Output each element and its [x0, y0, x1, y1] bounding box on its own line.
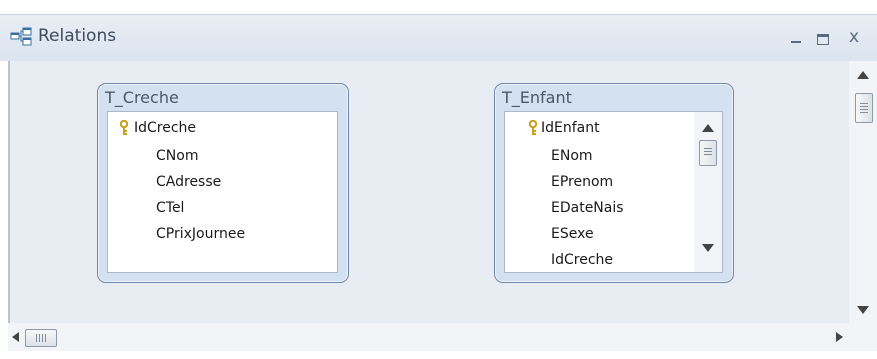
table-title[interactable]: T_Enfant — [502, 88, 572, 107]
title-bar[interactable]: Relations x — [0, 14, 877, 61]
field-row[interactable]: ESexe — [551, 221, 594, 247]
field-list[interactable]: IdEnfant ENom EPrenom EDateNais ESexe Id… — [504, 111, 723, 273]
field-label: CTel — [156, 200, 185, 216]
relations-window: Relations x T_Creche IdCreche CNom CAdre… — [0, 0, 877, 359]
scrollbar-corner — [849, 323, 877, 351]
field-label: CAdresse — [156, 174, 222, 190]
scroll-right-arrow-icon[interactable] — [836, 332, 843, 342]
table-t-creche[interactable]: T_Creche IdCreche CNom CAdresse CTel CPr… — [97, 83, 349, 283]
primary-key-icon — [119, 120, 129, 135]
field-label: ESexe — [551, 226, 594, 242]
horizontal-scrollbar[interactable] — [8, 323, 849, 351]
scroll-thumb[interactable] — [699, 140, 717, 166]
field-label: IdEnfant — [541, 120, 600, 136]
field-label: EPrenom — [551, 174, 614, 190]
close-button[interactable]: x — [842, 25, 866, 49]
vertical-scroll-thumb[interactable] — [855, 93, 873, 123]
field-list[interactable]: IdCreche CNom CAdresse CTel CPrixJournee — [107, 111, 338, 273]
field-row[interactable]: CAdresse — [156, 169, 221, 195]
relations-icon — [10, 27, 32, 46]
field-label: ENom — [551, 148, 593, 164]
field-row[interactable]: CPrixJournee — [156, 221, 245, 247]
minimize-button[interactable] — [784, 25, 808, 49]
field-label: CPrixJournee — [156, 226, 246, 242]
horizontal-scroll-thumb[interactable] — [25, 329, 57, 347]
field-label: CNom — [156, 148, 199, 164]
field-row[interactable]: EDateNais — [551, 195, 624, 221]
relations-canvas[interactable]: T_Creche IdCreche CNom CAdresse CTel CPr… — [8, 61, 851, 323]
field-row[interactable]: IdEnfant — [528, 115, 600, 141]
window-title: Relations — [38, 26, 117, 46]
primary-key-icon — [528, 120, 538, 135]
field-row[interactable]: IdCreche — [119, 115, 197, 141]
field-list-scrollbar[interactable] — [694, 112, 722, 272]
scroll-down-arrow-icon[interactable] — [857, 306, 869, 314]
vertical-scrollbar[interactable] — [849, 61, 877, 323]
table-t-enfant[interactable]: T_Enfant IdEnfant ENom EPrenom EDateNais — [494, 83, 734, 283]
field-label: EDateNais — [551, 200, 624, 216]
field-row[interactable]: CNom — [156, 143, 198, 169]
scroll-up-arrow-icon[interactable] — [702, 124, 714, 132]
scroll-left-arrow-icon[interactable] — [12, 332, 19, 342]
maximize-button[interactable] — [811, 25, 835, 49]
scroll-down-arrow-icon[interactable] — [702, 244, 714, 252]
field-row[interactable]: ENom — [551, 143, 593, 169]
field-row[interactable]: IdCreche — [551, 247, 614, 272]
scroll-up-arrow-icon[interactable] — [857, 71, 869, 79]
field-label: IdCreche — [551, 252, 614, 268]
field-label: IdCreche — [134, 120, 197, 136]
table-title[interactable]: T_Creche — [105, 88, 179, 107]
close-icon: x — [848, 27, 860, 47]
field-row[interactable]: CTel — [156, 195, 184, 221]
field-row[interactable]: EPrenom — [551, 169, 613, 195]
